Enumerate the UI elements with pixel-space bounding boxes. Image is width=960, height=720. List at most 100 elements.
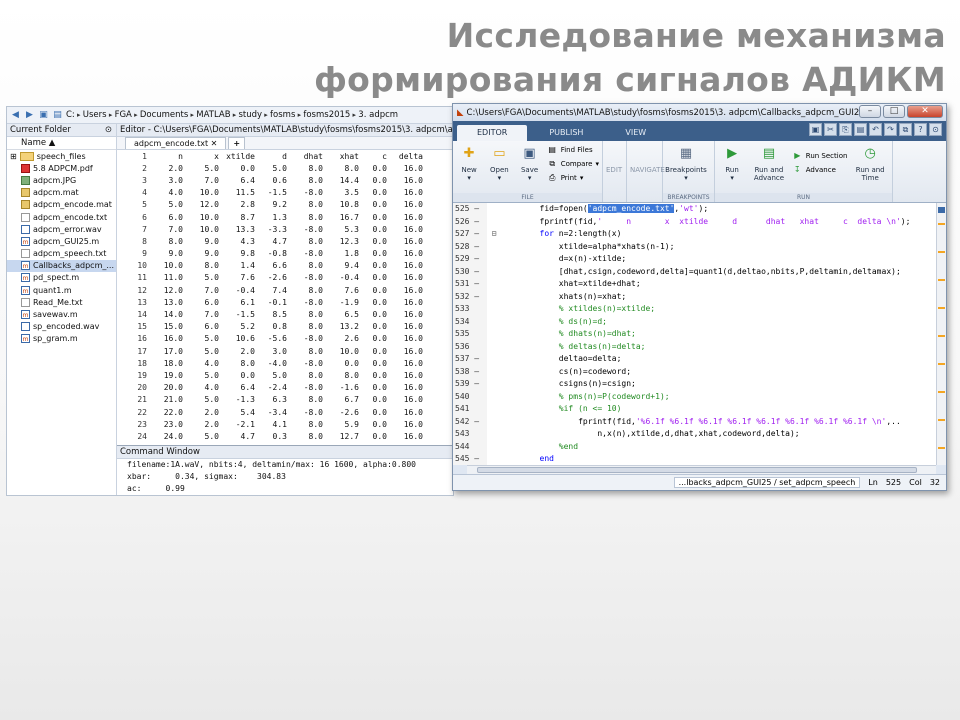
vertical-scrollbar[interactable] xyxy=(936,203,946,465)
find-files-button[interactable]: ▤ Find Files xyxy=(547,144,599,156)
code-line[interactable]: 527 – ⊟ for n=2:length(x) xyxy=(453,228,936,241)
file-list-item[interactable]: adpcm_encode.mat xyxy=(7,199,116,211)
line-number[interactable]: 539 – xyxy=(453,378,487,391)
line-number[interactable]: 533 xyxy=(453,303,487,316)
line-number[interactable]: 535 xyxy=(453,328,487,341)
code-line[interactable]: 526 – fprintf(fid,' n x xtilde d dhat xh… xyxy=(453,215,936,228)
line-number[interactable]: 532 – xyxy=(453,290,487,303)
file-list-item[interactable]: Read_Me.txt xyxy=(7,296,116,308)
code-line[interactable]: 540 % pms(n)=P(codeword+1); xyxy=(453,390,936,403)
line-number[interactable]: 542 – xyxy=(453,415,487,428)
line-number[interactable]: 543 xyxy=(453,428,487,441)
file-list-item[interactable]: m sp_gram.m xyxy=(7,333,116,345)
fold-icon[interactable]: ⊟ xyxy=(487,228,501,241)
breadcrumb-item[interactable]: Users xyxy=(83,110,107,120)
line-number[interactable]: 525 – xyxy=(453,203,487,216)
help-icon[interactable]: ? xyxy=(914,123,927,136)
code-line[interactable]: 543 n,x(n),xtilde,d,dhat,xhat,codeword,d… xyxy=(453,428,936,441)
forward-icon[interactable]: ▶ xyxy=(24,110,35,120)
line-number[interactable]: 527 – xyxy=(453,228,487,241)
command-window[interactable]: Command Window filename:1A.waV, nbits:4,… xyxy=(117,445,453,495)
breadcrumb-item[interactable]: FGA xyxy=(115,110,132,120)
file-list-item[interactable]: m quant1.m xyxy=(7,284,116,296)
maximize-button[interactable]: □ xyxy=(883,105,905,118)
tab-adpcm-encode-txt[interactable]: adpcm_encode.txt ✕ xyxy=(125,137,227,149)
code-line[interactable]: 533 % xtildes(n)=xtilde; xyxy=(453,303,936,316)
breadcrumb-item[interactable]: fosms2015 xyxy=(303,110,350,120)
file-list-item[interactable]: m savewav.m xyxy=(7,308,116,320)
code-line[interactable]: 525 – fid=fopen('adpcm_encode.txt','wt')… xyxy=(453,203,936,216)
warning-marker[interactable] xyxy=(938,391,945,393)
file-list-item[interactable]: m Callbacks_adpcm_... xyxy=(7,259,116,272)
horizontal-scrollbar[interactable] xyxy=(467,465,936,474)
advance-button[interactable]: ↧ Advance xyxy=(792,164,848,176)
add-tab-button[interactable]: + xyxy=(228,137,246,149)
file-list-item[interactable]: 5.8 ADPCM.pdf xyxy=(7,162,116,174)
code-line[interactable]: 541 %if (n <= 10) xyxy=(453,403,936,416)
back-icon[interactable]: ◀ xyxy=(10,110,21,120)
warning-marker[interactable] xyxy=(938,419,945,421)
switch-window-icon[interactable]: ⧉ xyxy=(899,123,912,136)
close-icon[interactable]: ✕ xyxy=(211,139,218,148)
warning-marker[interactable] xyxy=(938,363,945,365)
code-line[interactable]: 538 – cs(n)=codeword; xyxy=(453,365,936,378)
line-number[interactable]: 545 – xyxy=(453,453,487,465)
quick-save-icon[interactable]: ▣ xyxy=(809,123,822,136)
line-number[interactable]: 530 – xyxy=(453,265,487,278)
code-line[interactable]: 528 – xtilde=alpha*xhats(n-1); xyxy=(453,240,936,253)
expand-icon[interactable]: ⊞ xyxy=(10,152,17,161)
code-line[interactable]: 537 – deltao=delta; xyxy=(453,353,936,366)
line-number[interactable]: 531 – xyxy=(453,278,487,291)
breadcrumb-item[interactable]: MATLAB xyxy=(196,110,230,120)
breadcrumb-item[interactable]: fosms xyxy=(270,110,295,120)
code-line[interactable]: 545 – end xyxy=(453,453,936,465)
file-list-item[interactable]: adpcm_speech.txt xyxy=(7,248,116,260)
code-line[interactable]: 542 – fprintf(fid,'%6.1f %6.1f %6.1f %6.… xyxy=(453,415,936,428)
copy-icon[interactable]: ⎘ xyxy=(839,123,852,136)
pane-menu-icon[interactable]: ⊙ xyxy=(105,124,112,136)
tab-editor[interactable]: EDITOR xyxy=(457,125,528,141)
print-button[interactable]: ⎙ Print ▾ xyxy=(547,172,599,184)
window-titlebar[interactable]: ◣ C:\Users\FGA\Documents\MATLAB\study\fo… xyxy=(453,104,946,121)
up-folder-icon[interactable]: ▣ xyxy=(38,110,49,120)
undo-icon[interactable]: ↶ xyxy=(869,123,882,136)
cut-icon[interactable]: ✂ xyxy=(824,123,837,136)
file-list-item[interactable]: m adpcm_GUI25.m xyxy=(7,235,116,247)
file-list-item[interactable]: sp_encoded.wav xyxy=(7,321,116,333)
tab-publish[interactable]: PUBLISH xyxy=(529,125,603,141)
options-icon[interactable]: ⊙ xyxy=(929,123,942,136)
code-line[interactable]: 544 %end xyxy=(453,440,936,453)
warning-marker[interactable] xyxy=(938,279,945,281)
warning-marker[interactable] xyxy=(938,335,945,337)
line-number[interactable]: 538 – xyxy=(453,365,487,378)
warning-marker[interactable] xyxy=(938,251,945,253)
redo-icon[interactable]: ↷ xyxy=(884,123,897,136)
close-button[interactable]: ✕ xyxy=(907,105,943,118)
line-number[interactable]: 536 xyxy=(453,340,487,353)
line-number[interactable]: 528 – xyxy=(453,240,487,253)
code-line[interactable]: 530 – [dhat,csign,codeword,delta]=quant1… xyxy=(453,265,936,278)
file-list-item[interactable]: adpcm.JPG xyxy=(7,174,116,186)
code-line[interactable]: 529 – d=x(n)-xtilde; xyxy=(453,253,936,266)
tab-view[interactable]: VIEW xyxy=(605,125,666,141)
file-list-item[interactable]: m pd_spect.m xyxy=(7,272,116,284)
code-editor[interactable]: 525 – fid=fopen('adpcm_encode.txt','wt')… xyxy=(453,203,936,465)
warning-marker[interactable] xyxy=(938,447,945,449)
minimize-button[interactable]: – xyxy=(859,105,881,118)
horizontal-scroll-thumb[interactable] xyxy=(477,467,917,473)
name-column-header[interactable]: Name ▲ xyxy=(7,137,116,150)
compare-button[interactable]: ⧉ Compare ▾ xyxy=(547,158,599,170)
breadcrumb-item[interactable]: 3. adpcm xyxy=(358,110,398,120)
file-list-item[interactable]: adpcm_error.wav xyxy=(7,223,116,235)
breadcrumb-item[interactable]: study xyxy=(239,110,263,120)
code-line[interactable]: 535 % dhats(n)=dhat; xyxy=(453,328,936,341)
navigate-group[interactable]: NAVIGATE xyxy=(627,141,665,202)
file-list-item[interactable]: adpcm.mat xyxy=(7,187,116,199)
code-line[interactable]: 539 – csigns(n)=csign; xyxy=(453,378,936,391)
line-number[interactable]: 541 xyxy=(453,403,487,416)
edit-group[interactable]: EDIT xyxy=(603,141,627,202)
paste-icon[interactable]: ▤ xyxy=(854,123,867,136)
scroll-up-icon[interactable] xyxy=(938,207,945,213)
code-line[interactable]: 532 – xhats(n)=xhat; xyxy=(453,290,936,303)
warning-marker[interactable] xyxy=(938,223,945,225)
